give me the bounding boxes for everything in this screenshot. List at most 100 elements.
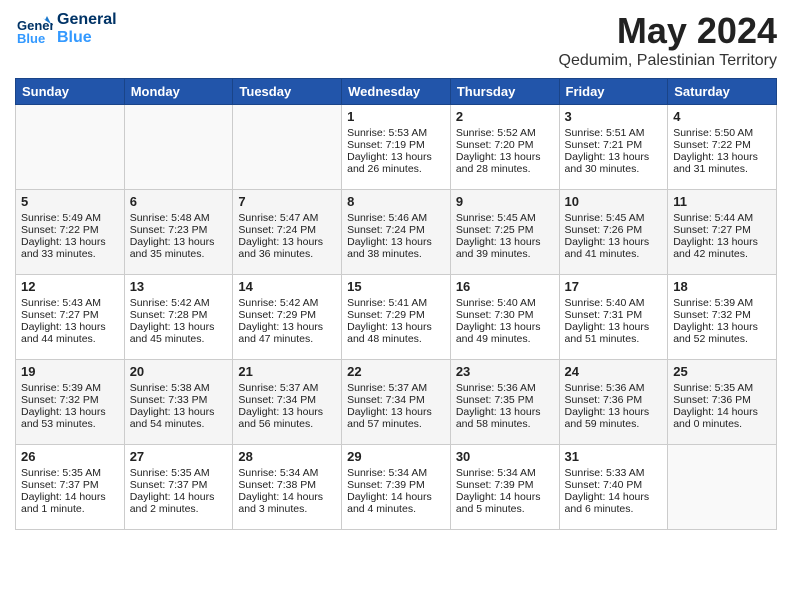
calendar-cell: 5 Sunrise: 5:49 AMSunset: 7:22 PMDaylight…: [16, 190, 125, 275]
day-number: 5: [21, 194, 119, 209]
calendar-cell: [233, 105, 342, 190]
day-info: and 45 minutes.: [130, 333, 228, 345]
day-info: Sunset: 7:34 PM: [347, 394, 445, 406]
calendar-week-1: 1Sunrise: 5:53 AMSunset: 7:19 PMDaylight…: [16, 105, 777, 190]
day-info: Daylight: 13 hours: [347, 236, 445, 248]
day-info: and 26 minutes.: [347, 163, 445, 175]
day-info: Sunset: 7:37 PM: [21, 479, 119, 491]
day-info: Sunset: 7:22 PM: [21, 224, 119, 236]
day-header-friday: Friday: [559, 79, 668, 105]
calendar-cell: 8Sunrise: 5:46 AMSunset: 7:24 PMDaylight…: [342, 190, 451, 275]
day-info: Sunrise: 5:48 AM: [130, 212, 228, 224]
day-info: and 5 minutes.: [456, 503, 554, 515]
calendar-body: 1Sunrise: 5:53 AMSunset: 7:19 PMDaylight…: [16, 105, 777, 530]
day-number: 22: [347, 364, 445, 379]
day-info: Daylight: 13 hours: [673, 321, 771, 333]
calendar-cell: [124, 105, 233, 190]
day-info: Sunrise: 5:36 AM: [565, 382, 663, 394]
calendar-cell: 23Sunrise: 5:36 AMSunset: 7:35 PMDayligh…: [450, 360, 559, 445]
calendar-cell: 20Sunrise: 5:38 AMSunset: 7:33 PMDayligh…: [124, 360, 233, 445]
calendar-cell: 6Sunrise: 5:48 AMSunset: 7:23 PMDaylight…: [124, 190, 233, 275]
day-info: Sunrise: 5:45 AM: [565, 212, 663, 224]
day-info: Daylight: 13 hours: [21, 236, 119, 248]
day-info: Daylight: 13 hours: [456, 406, 554, 418]
day-info: Daylight: 13 hours: [456, 236, 554, 248]
day-info: Sunset: 7:21 PM: [565, 139, 663, 151]
day-info: Sunset: 7:24 PM: [347, 224, 445, 236]
day-info: and 54 minutes.: [130, 418, 228, 430]
day-info: Sunset: 7:25 PM: [456, 224, 554, 236]
day-number: 17: [565, 279, 663, 294]
day-info: Sunrise: 5:51 AM: [565, 127, 663, 139]
day-info: Daylight: 13 hours: [565, 406, 663, 418]
day-info: Sunrise: 5:49 AM: [21, 212, 119, 224]
day-info: Sunrise: 5:34 AM: [347, 467, 445, 479]
day-info: Daylight: 13 hours: [130, 406, 228, 418]
day-number: 3: [565, 109, 663, 124]
day-info: Sunrise: 5:34 AM: [238, 467, 336, 479]
day-number: 29: [347, 449, 445, 464]
calendar-cell: 4Sunrise: 5:50 AMSunset: 7:22 PMDaylight…: [668, 105, 777, 190]
logo-icon: General Blue: [15, 10, 53, 48]
day-number: 10: [565, 194, 663, 209]
day-number: 27: [130, 449, 228, 464]
calendar-cell: 29Sunrise: 5:34 AMSunset: 7:39 PMDayligh…: [342, 445, 451, 530]
day-info: Sunset: 7:32 PM: [673, 309, 771, 321]
day-info: and 56 minutes.: [238, 418, 336, 430]
day-info: Sunrise: 5:35 AM: [21, 467, 119, 479]
day-info: Sunrise: 5:41 AM: [347, 297, 445, 309]
calendar-cell: 3Sunrise: 5:51 AMSunset: 7:21 PMDaylight…: [559, 105, 668, 190]
day-info: and 41 minutes.: [565, 248, 663, 260]
day-number: 14: [238, 279, 336, 294]
day-info: and 44 minutes.: [21, 333, 119, 345]
day-info: Sunset: 7:37 PM: [130, 479, 228, 491]
day-info: Sunset: 7:19 PM: [347, 139, 445, 151]
calendar-cell: 9Sunrise: 5:45 AMSunset: 7:25 PMDaylight…: [450, 190, 559, 275]
day-info: and 39 minutes.: [456, 248, 554, 260]
day-info: and 57 minutes.: [347, 418, 445, 430]
day-header-thursday: Thursday: [450, 79, 559, 105]
day-info: and 47 minutes.: [238, 333, 336, 345]
calendar-cell: 7Sunrise: 5:47 AMSunset: 7:24 PMDaylight…: [233, 190, 342, 275]
header-row: SundayMondayTuesdayWednesdayThursdayFrid…: [16, 79, 777, 105]
day-info: and 52 minutes.: [673, 333, 771, 345]
day-header-tuesday: Tuesday: [233, 79, 342, 105]
calendar-cell: 21Sunrise: 5:37 AMSunset: 7:34 PMDayligh…: [233, 360, 342, 445]
day-info: Sunrise: 5:39 AM: [21, 382, 119, 394]
day-info: and 53 minutes.: [21, 418, 119, 430]
calendar-cell: 28Sunrise: 5:34 AMSunset: 7:38 PMDayligh…: [233, 445, 342, 530]
day-number: 24: [565, 364, 663, 379]
calendar-cell: 18Sunrise: 5:39 AMSunset: 7:32 PMDayligh…: [668, 275, 777, 360]
day-info: Daylight: 14 hours: [21, 491, 119, 503]
day-info: Daylight: 13 hours: [238, 406, 336, 418]
day-info: Sunset: 7:36 PM: [673, 394, 771, 406]
day-info: Sunrise: 5:36 AM: [456, 382, 554, 394]
calendar-table: SundayMondayTuesdayWednesdayThursdayFrid…: [15, 78, 777, 530]
month-year: May 2024: [559, 10, 777, 52]
day-header-wednesday: Wednesday: [342, 79, 451, 105]
logo-text: General Blue: [57, 11, 117, 46]
day-info: Daylight: 13 hours: [456, 151, 554, 163]
day-number: 2: [456, 109, 554, 124]
day-number: 21: [238, 364, 336, 379]
day-info: and 59 minutes.: [565, 418, 663, 430]
day-info: Sunset: 7:22 PM: [673, 139, 771, 151]
day-info: Sunset: 7:31 PM: [565, 309, 663, 321]
day-info: Sunrise: 5:35 AM: [130, 467, 228, 479]
day-info: Sunset: 7:39 PM: [456, 479, 554, 491]
day-info: and 30 minutes.: [565, 163, 663, 175]
day-number: 6: [130, 194, 228, 209]
day-info: Daylight: 13 hours: [673, 236, 771, 248]
calendar-cell: 12Sunrise: 5:43 AMSunset: 7:27 PMDayligh…: [16, 275, 125, 360]
day-info: Sunset: 7:30 PM: [456, 309, 554, 321]
day-number: 26: [21, 449, 119, 464]
day-number: 8: [347, 194, 445, 209]
day-info: Daylight: 13 hours: [673, 151, 771, 163]
day-number: 15: [347, 279, 445, 294]
day-info: Sunrise: 5:37 AM: [238, 382, 336, 394]
svg-text:Blue: Blue: [17, 31, 45, 46]
day-info: and 6 minutes.: [565, 503, 663, 515]
calendar-cell: 31Sunrise: 5:33 AMSunset: 7:40 PMDayligh…: [559, 445, 668, 530]
day-info: Sunset: 7:28 PM: [130, 309, 228, 321]
day-info: Daylight: 14 hours: [565, 491, 663, 503]
